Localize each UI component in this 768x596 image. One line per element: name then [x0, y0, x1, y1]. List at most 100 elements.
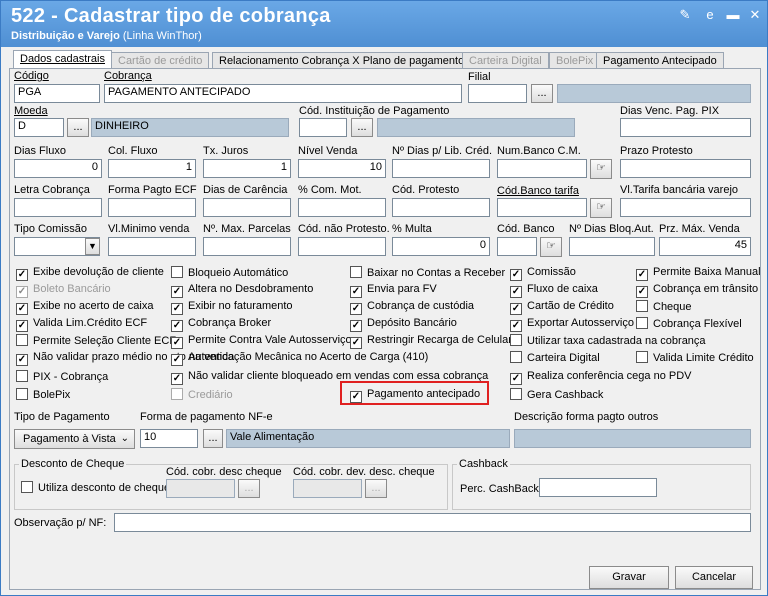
filial-search-button[interactable]: ... — [531, 84, 553, 103]
checkbox-cheque[interactable]: Cheque — [636, 300, 692, 314]
com-mot-input[interactable] — [298, 198, 386, 217]
moeda-input[interactable]: D — [14, 118, 64, 137]
nivel-venda-input[interactable]: 10 — [298, 159, 386, 178]
prazo-protesto-input[interactable] — [620, 159, 751, 178]
checkbox-bloqueio-autom-tico[interactable]: Bloqueio Automático — [171, 266, 288, 280]
checkbox-restringir-recarga-de-celular[interactable]: ✓ Restringir Recarga de Celular — [350, 334, 512, 349]
checkbox-box[interactable]: ✓ — [16, 320, 28, 332]
checkbox-cobran-a-de-cust-dia[interactable]: ✓ Cobrança de custódia — [350, 300, 474, 315]
vl-minimo-input[interactable] — [108, 237, 196, 256]
checkbox-dep-sito-banc-rio[interactable]: ✓ Depósito Bancário — [350, 317, 457, 332]
checkbox-box[interactable]: ✓ — [350, 286, 362, 298]
checkbox-box[interactable] — [16, 388, 28, 400]
multa-input[interactable]: 0 — [392, 237, 490, 256]
dias-bloq-input[interactable] — [569, 237, 655, 256]
edit-icon[interactable]: ✎ — [677, 7, 693, 23]
checkbox-box[interactable]: ✓ — [636, 269, 648, 281]
checkbox-box[interactable] — [510, 334, 522, 346]
checkbox-valida-lim-cr-dito-ecf[interactable]: ✓ Valida Lim.Crédito ECF — [16, 317, 147, 332]
dias-carencia-input[interactable] — [203, 198, 291, 217]
checkbox-fluxo-de-caixa[interactable]: ✓ Fluxo de caixa — [510, 283, 598, 298]
checkbox-box[interactable]: ✓ — [171, 303, 183, 315]
cod-banco-tarifa-lookup-icon[interactable]: ☞ — [590, 198, 612, 218]
codigo-input[interactable]: PGA — [14, 84, 100, 103]
checkbox-baixar-no-contas-a-receber[interactable]: Baixar no Contas a Receber — [350, 266, 505, 280]
checkbox-boleto-banc-rio[interactable]: ✓ Boleto Bancário — [16, 283, 111, 298]
checkbox-box[interactable] — [171, 388, 183, 400]
forma-pagamento-code[interactable]: 10 — [140, 429, 198, 448]
filial-input[interactable] — [468, 84, 527, 103]
checkbox-box[interactable]: ✓ — [171, 286, 183, 298]
forma-pagamento-search-button[interactable]: ... — [203, 429, 223, 448]
checkbox-exportar-autosservi-o[interactable]: ✓ Exportar Autosserviço — [510, 317, 634, 332]
checkbox-box[interactable] — [636, 351, 648, 363]
checkbox-cobran-a-em-tr-nsito[interactable]: ✓ Cobrança em trânsito — [636, 283, 758, 298]
checkbox-box[interactable]: ✓ — [350, 303, 362, 315]
forma-pagto-ecf-input[interactable] — [108, 198, 196, 217]
tipo-pagamento-select[interactable]: Pagamento à Vista ⌄ — [14, 429, 135, 449]
checkbox-box[interactable]: ✓ — [171, 320, 183, 332]
num-banco-cm-input[interactable] — [497, 159, 587, 178]
checkbox-box[interactable]: ✓ — [636, 286, 648, 298]
checkbox-pix-cobran-a[interactable]: PIX - Cobrança — [16, 370, 108, 384]
checkbox-cobran-a-flex-vel[interactable]: Cobrança Flexível — [636, 317, 742, 331]
cod-instituicao-input[interactable] — [299, 118, 347, 137]
checkbox-exibe-devolu-o-de-cliente[interactable]: ✓ Exibe devolução de cliente — [16, 266, 164, 281]
checkbox-box[interactable]: ✓ — [510, 320, 522, 332]
max-parcelas-input[interactable] — [203, 237, 291, 256]
checkbox-permite-baixa-manual[interactable]: ✓ Permite Baixa Manual — [636, 266, 761, 281]
cod-desc-cheque-button[interactable]: ... — [238, 479, 260, 498]
checkbox-box[interactable]: ✓ — [16, 303, 28, 315]
checkbox-box[interactable] — [171, 266, 183, 278]
prz-max-venda-input[interactable]: 45 — [659, 237, 751, 256]
perc-cashback-input[interactable] — [539, 478, 657, 497]
observacao-input[interactable] — [114, 513, 751, 532]
gravar-button[interactable]: Gravar — [589, 566, 669, 589]
help-icon[interactable]: e — [702, 7, 718, 23]
checkbox-box[interactable] — [16, 370, 28, 382]
close-icon[interactable]: ✕ — [747, 7, 763, 23]
checkbox-box[interactable]: ✓ — [510, 303, 522, 315]
checkbox-box[interactable]: ✓ — [171, 337, 183, 349]
utiliza-desconto-checkbox[interactable]: Utiliza desconto de cheque — [21, 481, 170, 495]
checkbox-comiss-o[interactable]: ✓ Comissão — [510, 266, 576, 281]
chevron-down-icon[interactable]: ▼ — [85, 238, 100, 255]
checkbox-box[interactable]: ✓ — [171, 373, 183, 385]
checkbox-bolepix[interactable]: BolePix — [16, 388, 70, 402]
cobranca-input[interactable]: PAGAMENTO ANTECIPADO — [104, 84, 462, 103]
checkbox-box[interactable] — [16, 334, 28, 346]
cod-banco-input[interactable] — [497, 237, 537, 256]
checkbox-box[interactable]: ✓ — [171, 354, 183, 366]
checkbox-carteira-digital[interactable]: Carteira Digital — [510, 351, 600, 365]
num-banco-lookup-icon[interactable]: ☞ — [590, 159, 612, 179]
checkbox-box[interactable]: ✓ — [16, 286, 28, 298]
checkbox-box[interactable]: ✓ — [16, 269, 28, 281]
checkbox-box[interactable] — [510, 351, 522, 363]
checkbox-permite-contra-vale-autosservi-o[interactable]: ✓ Permite Contra Vale Autosserviço — [171, 334, 352, 349]
checkbox-box[interactable]: ✓ — [350, 320, 362, 332]
cod-dev-cheque-button[interactable]: ... — [365, 479, 387, 498]
desc-outros-input[interactable] — [514, 429, 751, 448]
tab-dados-cadastrais[interactable]: Dados cadastrais — [13, 50, 112, 70]
cod-banco-tarifa-input[interactable] — [497, 198, 587, 217]
checkbox-box[interactable]: ✓ — [510, 373, 522, 385]
minimize-icon[interactable]: ▬ — [725, 7, 741, 23]
checkbox-box[interactable] — [636, 300, 648, 312]
cod-instituicao-search-button[interactable]: ... — [351, 118, 373, 137]
checkbox-exibe-no-acerto-de-caixa[interactable]: ✓ Exibe no acerto de caixa — [16, 300, 153, 315]
checkbox-autentica-o-mec-nica-no-acerto-de-carga-410[interactable]: ✓ Autenticação Mecânica no Acerto de Carg… — [171, 351, 428, 366]
checkbox-exibir-no-faturamento[interactable]: ✓ Exibir no faturamento — [171, 300, 293, 315]
nr-dias-lib-input[interactable] — [392, 159, 490, 178]
cod-desc-cheque-input[interactable] — [166, 479, 235, 498]
checkbox-realiza-confer-ncia-cega-no-pdv[interactable]: ✓ Realiza conferência cega no PDV — [510, 370, 691, 385]
checkbox-utilizar-taxa-cadastrada-na-cobran-a[interactable]: Utilizar taxa cadastrada na cobrança — [510, 334, 706, 348]
checkbox-box[interactable]: ✓ — [350, 337, 362, 349]
checkbox-box[interactable]: ✓ — [510, 286, 522, 298]
tx-juros-input[interactable]: 1 — [203, 159, 291, 178]
checkbox-box[interactable]: ✓ — [510, 269, 522, 281]
dias-venc-input[interactable] — [620, 118, 751, 137]
checkbox-cart-o-de-cr-dito[interactable]: ✓ Cartão de Crédito — [510, 300, 614, 315]
moeda-search-button[interactable]: ... — [67, 118, 89, 137]
cancelar-button[interactable]: Cancelar — [675, 566, 753, 589]
checkbox-credi-rio[interactable]: Crediário — [171, 388, 233, 402]
